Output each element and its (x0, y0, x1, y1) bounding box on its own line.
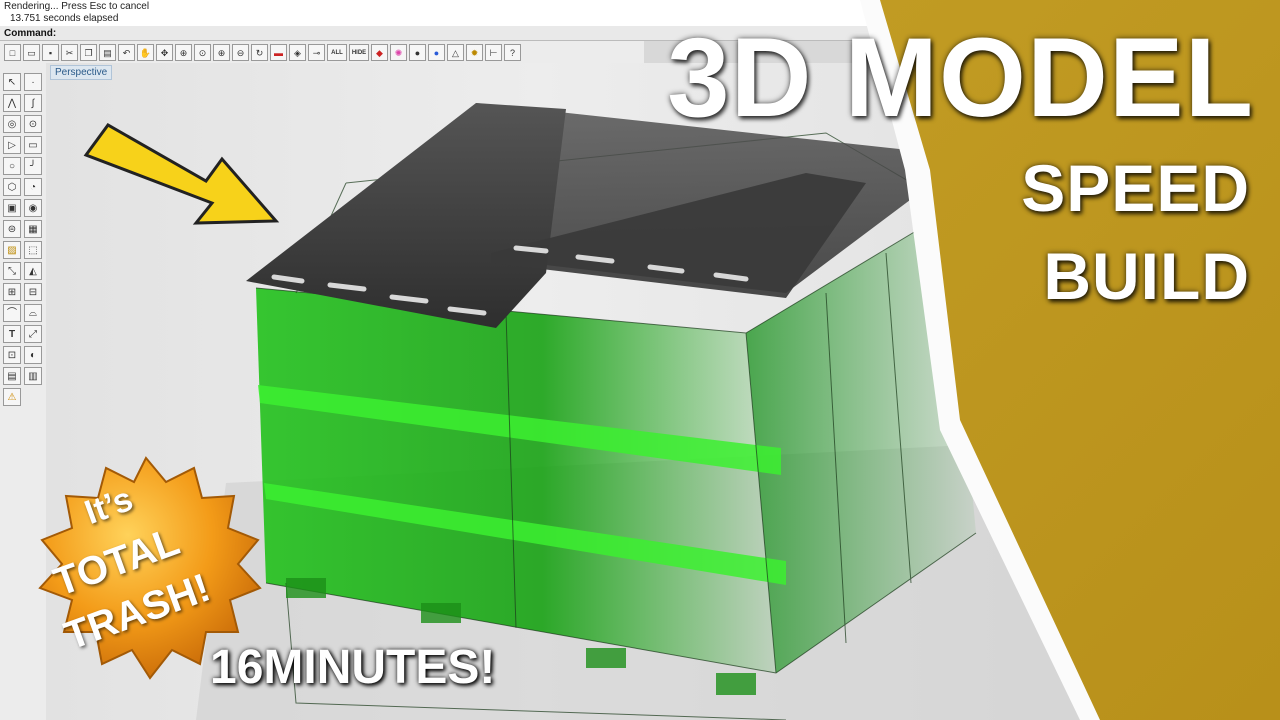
boolean-icon[interactable]: ◉ (24, 199, 42, 217)
patch-icon[interactable]: ◔ (24, 178, 42, 196)
mesh-tools-icon[interactable]: ⬚ (24, 241, 42, 259)
zoom-out-icon[interactable]: ⊖ (232, 43, 249, 61)
pan-hand-icon[interactable]: ✋ (137, 43, 154, 61)
lock-icon[interactable]: ⊸ (308, 43, 325, 61)
circle-center-icon[interactable]: ⊙ (24, 115, 42, 133)
sphere-icon[interactable]: ● (409, 43, 426, 61)
options-icon[interactable]: ▥ (24, 367, 42, 385)
point-icon[interactable]: · (24, 73, 42, 91)
color-wheel-icon[interactable]: ✺ (390, 43, 407, 61)
foot (586, 648, 626, 668)
arc-icon[interactable]: ▷ (3, 136, 21, 154)
analyze-icon[interactable]: ⊡ (3, 346, 21, 364)
transform-icon[interactable]: ⤡ (3, 262, 21, 280)
solid-tools-icon[interactable]: ▦ (24, 220, 42, 238)
save-icon[interactable]: ▪ (42, 43, 59, 61)
render-tool-icon[interactable]: ◐ (24, 346, 42, 364)
circle-icon[interactable]: ◎ (3, 115, 21, 133)
polyline-icon[interactable]: ⋀ (3, 94, 21, 112)
box-icon[interactable]: ▣ (3, 199, 21, 217)
fillet-icon[interactable]: ╯ (24, 157, 42, 175)
foot (421, 603, 461, 623)
surface-icon[interactable]: ⬡ (3, 178, 21, 196)
explode-icon[interactable]: ⌓ (24, 304, 42, 322)
title-build: BUILD (1043, 239, 1250, 313)
rectangle-icon[interactable]: ▭ (24, 136, 42, 154)
dimension-tool-icon[interactable]: ⤢ (24, 325, 42, 343)
hide-button[interactable]: HIDE (349, 43, 369, 61)
title-speed: SPEED (1021, 151, 1250, 225)
foot (286, 578, 326, 598)
mesh-icon[interactable]: ▨ (3, 241, 21, 259)
main-toolbar: □ ▭ ▪ ✂ ❐ ▤ ↶ ✋ ✥ ⊕ ⊙ ⊕ ⊖ ↻ ▬ ◈ ⊸ ALL HI… (0, 41, 644, 64)
title-3d-model: 3D MODEL (667, 15, 1254, 140)
layer-icon[interactable]: ◈ (289, 43, 306, 61)
zoom-window-icon[interactable]: ⊕ (175, 43, 192, 61)
dimension-icon[interactable]: ⊢ (485, 43, 502, 61)
sun-settings-icon[interactable]: ✹ (466, 43, 483, 61)
array-icon[interactable]: ⊞ (3, 283, 21, 301)
render-sphere-icon[interactable]: ● (428, 43, 445, 61)
command-label: Command: (4, 28, 57, 39)
copy-icon[interactable]: ❐ (80, 43, 97, 61)
warning-icon[interactable]: ⚠ (3, 388, 21, 406)
undo-icon[interactable]: ↶ (118, 43, 135, 61)
car-icon[interactable]: ▬ (270, 43, 287, 61)
render-status-text: Rendering... Press Esc to cancel (4, 1, 150, 12)
text-icon[interactable]: T (3, 325, 21, 343)
rotate-view-icon[interactable]: ✥ (156, 43, 173, 61)
new-file-icon[interactable]: □ (4, 43, 21, 61)
join-icon[interactable]: ⌒ (3, 304, 21, 322)
edit-points-icon[interactable]: ◭ (24, 262, 42, 280)
cut-icon[interactable]: ✂ (61, 43, 78, 61)
yellow-arrow (83, 123, 280, 225)
show-all-button[interactable]: ALL (327, 43, 347, 61)
foot (716, 673, 756, 695)
cylinder-icon[interactable]: ⊜ (3, 220, 21, 238)
group-icon[interactable]: ⊟ (24, 283, 42, 301)
help-icon[interactable]: ? (504, 43, 521, 61)
refresh-icon[interactable]: ↻ (251, 43, 268, 61)
duration-text: 16MINUTES! (210, 641, 496, 694)
open-folder-icon[interactable]: ▭ (23, 43, 40, 61)
properties-icon[interactable]: ▤ (3, 367, 21, 385)
material-icon[interactable]: ◆ (371, 43, 388, 61)
paste-icon[interactable]: ▤ (99, 43, 116, 61)
select-arrow-icon[interactable]: ↖ (3, 73, 21, 91)
zoom-extents-icon[interactable]: ⊙ (194, 43, 211, 61)
ellipse-icon[interactable]: ○ (3, 157, 21, 175)
curve-icon[interactable]: ∫ (24, 94, 42, 112)
zoom-in-icon[interactable]: ⊕ (213, 43, 230, 61)
light-icon[interactable]: △ (447, 43, 464, 61)
